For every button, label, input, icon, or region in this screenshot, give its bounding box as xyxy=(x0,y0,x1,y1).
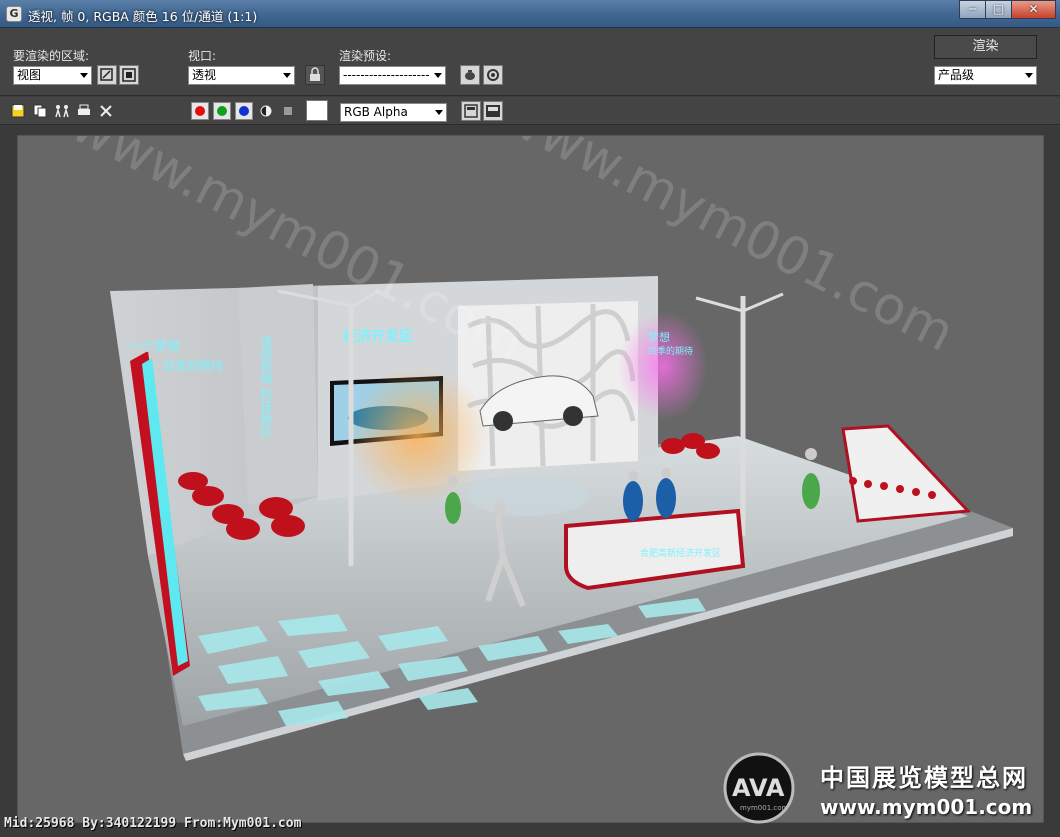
viewport-label: 视口: xyxy=(188,49,217,63)
red-dot-icon xyxy=(195,106,205,116)
green-dot-icon xyxy=(217,106,227,116)
clear-button[interactable] xyxy=(98,103,114,119)
edit-region-button[interactable] xyxy=(97,65,117,85)
window-controls: ─ □ ✕ xyxy=(959,0,1056,20)
alpha-channel-toggle[interactable] xyxy=(258,103,274,119)
clear-x-icon xyxy=(100,105,112,117)
lock-icon xyxy=(310,67,320,81)
auto-region-icon xyxy=(122,68,136,82)
display-channel-dropdown[interactable]: RGB Alpha xyxy=(340,103,447,122)
area-to-render-dropdown[interactable]: 视图 xyxy=(13,66,92,85)
background-color-swatch[interactable] xyxy=(306,100,328,121)
sign-left-line2: 四季的期待 xyxy=(163,358,223,373)
footer-info: Mid:25968 By:340122199 From:Mym001.com xyxy=(4,816,302,831)
blue-channel-toggle[interactable] xyxy=(235,102,253,120)
brand-name: 中国展览模型总网 xyxy=(820,764,1028,792)
red-channel-toggle[interactable] xyxy=(191,102,209,120)
render-preset-label: 渲染预设: xyxy=(339,49,392,63)
lock-viewport-button[interactable] xyxy=(305,65,325,85)
overlay-icon xyxy=(486,105,500,117)
rendered-image[interactable]: 一个梦想 四季的期待 温泉新城 科技新区 经济开发区 梦想 四季的期待 合肥高新… xyxy=(17,135,1044,823)
area-to-render-label: 要渲染的区域: xyxy=(13,49,90,63)
monochrome-toggle[interactable] xyxy=(280,103,296,119)
chevron-down-icon xyxy=(434,73,442,78)
exhibition-booth-render: 一个梦想 四季的期待 温泉新城 科技新区 经济开发区 梦想 四季的期待 合肥高新… xyxy=(62,136,1013,761)
blue-dot-icon xyxy=(239,106,249,116)
render-quality-dropdown[interactable]: 产品级 xyxy=(934,66,1037,85)
print-image-button[interactable] xyxy=(76,103,92,119)
window-title-bar[interactable]: G 透视, 帧 0, RGBA 颜色 16 位/通道 (1:1) ─ □ ✕ xyxy=(0,0,1060,28)
clone-icon xyxy=(55,105,69,118)
svg-text:AVA: AVA xyxy=(732,774,785,802)
edit-region-icon xyxy=(100,68,113,81)
teapot-icon xyxy=(465,70,475,80)
save-icon xyxy=(11,104,25,118)
sign-right-line2: 四季的期待 xyxy=(648,345,693,357)
brand-logo: AVA mym001.com xyxy=(718,752,800,824)
frame-buffer-toolbar: RGB Alpha xyxy=(0,97,1060,125)
clone-window-button[interactable] xyxy=(54,103,70,119)
minimize-button[interactable]: ─ xyxy=(959,0,986,19)
maximize-button[interactable]: □ xyxy=(985,0,1012,19)
logo-small-text: mym001.com xyxy=(740,804,788,812)
chevron-down-icon xyxy=(283,73,291,78)
auto-region-button[interactable] xyxy=(119,65,139,85)
window-title: 透视, 帧 0, RGBA 颜色 16 位/通道 (1:1) xyxy=(28,9,258,24)
green-channel-toggle[interactable] xyxy=(213,102,231,120)
viewport-value: 透视 xyxy=(192,68,217,82)
alpha-icon xyxy=(260,105,272,117)
render-setup-button[interactable] xyxy=(460,65,480,85)
toggle-ui-button[interactable] xyxy=(461,101,481,121)
display-channel-value: RGB Alpha xyxy=(344,105,408,119)
render-settings-panel: 要渲染的区域: 视图 视口: 透视 渲染预设: ----------------… xyxy=(0,28,1060,96)
render-preset-dropdown[interactable]: -------------------- xyxy=(339,66,446,85)
copy-icon xyxy=(33,104,47,118)
sign-left-line1: 一个梦想 xyxy=(128,339,180,355)
chevron-down-icon xyxy=(80,73,88,78)
toggle-overlays-button[interactable] xyxy=(483,101,503,121)
vertical-sign: 温泉新城 科技新区 xyxy=(259,336,273,436)
chevron-down-icon xyxy=(435,110,443,115)
monochrome-icon xyxy=(284,107,292,115)
print-icon xyxy=(78,104,90,115)
render-preset-value: -------------------- xyxy=(343,68,430,82)
brand-url: www.mym001.com xyxy=(820,795,1033,819)
render-viewport: 一个梦想 四季的期待 温泉新城 科技新区 经济开发区 梦想 四季的期待 合肥高新… xyxy=(0,126,1060,837)
environment-icon xyxy=(487,69,499,81)
render-button[interactable]: 渲染 xyxy=(934,35,1037,59)
app-icon[interactable]: G xyxy=(6,6,22,22)
copy-image-button[interactable] xyxy=(32,103,48,119)
sign-right-line1: 梦想 xyxy=(648,330,670,344)
window-toggle-icon xyxy=(464,104,478,118)
desk-sign: 合肥高新经济开发区 xyxy=(640,547,721,559)
save-image-button[interactable] xyxy=(10,103,26,119)
close-button[interactable]: ✕ xyxy=(1011,0,1056,19)
ava-logo-icon: AVA mym001.com xyxy=(723,752,795,824)
viewport-dropdown[interactable]: 透视 xyxy=(188,66,295,85)
render-quality-value: 产品级 xyxy=(938,68,975,82)
chevron-down-icon xyxy=(1025,73,1033,78)
area-to-render-value: 视图 xyxy=(17,68,42,82)
environment-button[interactable] xyxy=(483,65,503,85)
